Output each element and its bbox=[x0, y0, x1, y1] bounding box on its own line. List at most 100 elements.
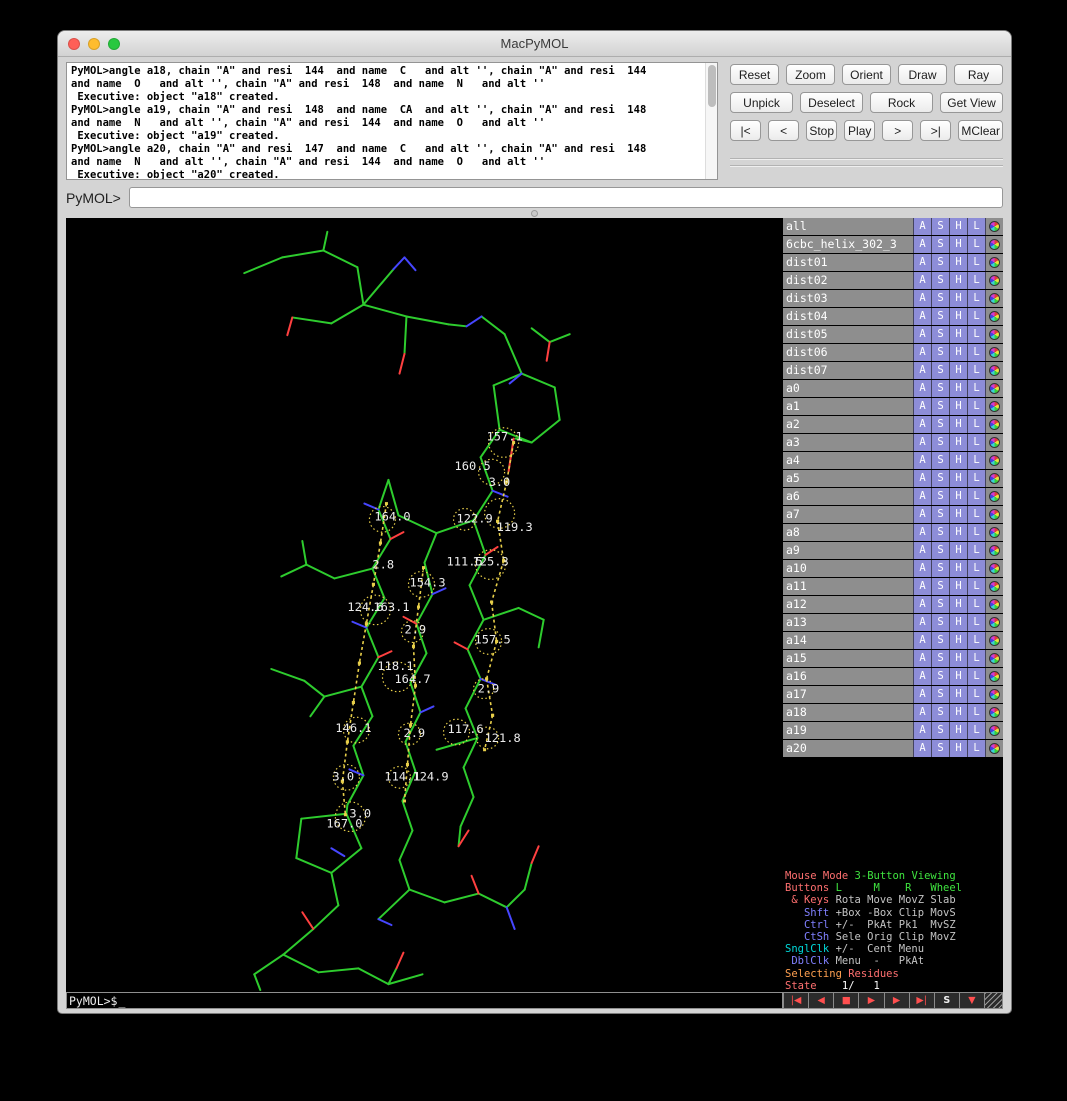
object-name[interactable]: a9 bbox=[783, 542, 913, 559]
object-c-button[interactable] bbox=[985, 290, 1003, 307]
object-h-button[interactable]: H bbox=[949, 308, 967, 325]
toolbar-button-orient[interactable]: Orient bbox=[842, 64, 891, 85]
object-h-button[interactable]: H bbox=[949, 398, 967, 415]
toolbar-button-deselect[interactable]: Deselect bbox=[800, 92, 863, 113]
object-l-button[interactable]: L bbox=[967, 560, 985, 577]
object-s-button[interactable]: S bbox=[931, 254, 949, 271]
object-c-button[interactable] bbox=[985, 740, 1003, 757]
toolbar-button-nav[interactable]: |< bbox=[730, 120, 761, 141]
object-h-button[interactable]: H bbox=[949, 614, 967, 631]
object-name[interactable]: dist06 bbox=[783, 344, 913, 361]
object-s-button[interactable]: S bbox=[931, 362, 949, 379]
object-s-button[interactable]: S bbox=[931, 650, 949, 667]
object-a-button[interactable]: A bbox=[913, 722, 931, 739]
object-name[interactable]: a4 bbox=[783, 452, 913, 469]
object-c-button[interactable] bbox=[985, 560, 1003, 577]
object-h-button[interactable]: H bbox=[949, 506, 967, 523]
object-h-button[interactable]: H bbox=[949, 416, 967, 433]
object-c-button[interactable] bbox=[985, 344, 1003, 361]
object-h-button[interactable]: H bbox=[949, 722, 967, 739]
object-h-button[interactable]: H bbox=[949, 650, 967, 667]
object-c-button[interactable] bbox=[985, 326, 1003, 343]
object-name[interactable]: a6 bbox=[783, 488, 913, 505]
object-s-button[interactable]: S bbox=[931, 236, 949, 253]
object-h-button[interactable]: H bbox=[949, 254, 967, 271]
object-l-button[interactable]: L bbox=[967, 740, 985, 757]
viewport-prompt[interactable]: PyMOL>$_ bbox=[66, 992, 783, 1009]
toolbar-button-stop[interactable]: Stop bbox=[806, 120, 837, 141]
object-a-button[interactable]: A bbox=[913, 650, 931, 667]
object-h-button[interactable]: H bbox=[949, 632, 967, 649]
object-name[interactable]: a3 bbox=[783, 434, 913, 451]
object-l-button[interactable]: L bbox=[967, 614, 985, 631]
object-a-button[interactable]: A bbox=[913, 596, 931, 613]
object-c-button[interactable] bbox=[985, 470, 1003, 487]
toolbar-button-nav[interactable]: > bbox=[882, 120, 913, 141]
object-a-button[interactable]: A bbox=[913, 506, 931, 523]
console-output[interactable]: PyMOL>angle a18, chain "A" and resi 144 … bbox=[66, 62, 718, 180]
object-name[interactable]: dist02 bbox=[783, 272, 913, 289]
object-s-button[interactable]: S bbox=[931, 686, 949, 703]
object-a-button[interactable]: A bbox=[913, 524, 931, 541]
toolbar-button-nav[interactable]: >| bbox=[920, 120, 951, 141]
object-name[interactable]: a2 bbox=[783, 416, 913, 433]
toolbar-button-nav[interactable]: < bbox=[768, 120, 799, 141]
object-l-button[interactable]: L bbox=[967, 308, 985, 325]
object-h-button[interactable]: H bbox=[949, 686, 967, 703]
object-name[interactable]: a12 bbox=[783, 596, 913, 613]
toolbar-button-unpick[interactable]: Unpick bbox=[730, 92, 793, 113]
object-a-button[interactable]: A bbox=[913, 416, 931, 433]
object-h-button[interactable]: H bbox=[949, 668, 967, 685]
object-a-button[interactable]: A bbox=[913, 452, 931, 469]
object-h-button[interactable]: H bbox=[949, 236, 967, 253]
object-s-button[interactable]: S bbox=[931, 308, 949, 325]
object-l-button[interactable]: L bbox=[967, 632, 985, 649]
object-a-button[interactable]: A bbox=[913, 542, 931, 559]
object-l-button[interactable]: L bbox=[967, 218, 985, 235]
object-name[interactable]: a17 bbox=[783, 686, 913, 703]
vcr-back-button[interactable]: ◀ bbox=[809, 992, 834, 1009]
object-l-button[interactable]: L bbox=[967, 542, 985, 559]
object-name[interactable]: a11 bbox=[783, 578, 913, 595]
object-name[interactable]: a0 bbox=[783, 380, 913, 397]
object-l-button[interactable]: L bbox=[967, 596, 985, 613]
object-name[interactable]: a5 bbox=[783, 470, 913, 487]
object-name[interactable]: all bbox=[783, 218, 913, 235]
console-scrollbar-thumb[interactable] bbox=[708, 65, 716, 107]
object-l-button[interactable]: L bbox=[967, 380, 985, 397]
object-a-button[interactable]: A bbox=[913, 236, 931, 253]
object-name[interactable]: a8 bbox=[783, 524, 913, 541]
toolbar-button-reset[interactable]: Reset bbox=[730, 64, 779, 85]
object-name[interactable]: a19 bbox=[783, 722, 913, 739]
object-h-button[interactable]: H bbox=[949, 362, 967, 379]
object-l-button[interactable]: L bbox=[967, 416, 985, 433]
object-c-button[interactable] bbox=[985, 650, 1003, 667]
vcr-forward-button[interactable]: ▶ bbox=[885, 992, 910, 1009]
toolbar-button-rock[interactable]: Rock bbox=[870, 92, 933, 113]
object-h-button[interactable]: H bbox=[949, 704, 967, 721]
object-c-button[interactable] bbox=[985, 524, 1003, 541]
object-h-button[interactable]: H bbox=[949, 326, 967, 343]
object-l-button[interactable]: L bbox=[967, 686, 985, 703]
object-h-button[interactable]: H bbox=[949, 488, 967, 505]
object-name[interactable]: dist04 bbox=[783, 308, 913, 325]
object-l-button[interactable]: L bbox=[967, 488, 985, 505]
close-button[interactable] bbox=[68, 38, 80, 50]
object-c-button[interactable] bbox=[985, 578, 1003, 595]
object-a-button[interactable]: A bbox=[913, 344, 931, 361]
object-a-button[interactable]: A bbox=[913, 704, 931, 721]
object-l-button[interactable]: L bbox=[967, 524, 985, 541]
object-l-button[interactable]: L bbox=[967, 362, 985, 379]
resize-grip[interactable] bbox=[985, 992, 1003, 1009]
vcr-first-button[interactable]: |◀ bbox=[783, 992, 809, 1009]
object-a-button[interactable]: A bbox=[913, 362, 931, 379]
object-name[interactable]: dist07 bbox=[783, 362, 913, 379]
object-c-button[interactable] bbox=[985, 668, 1003, 685]
object-s-button[interactable]: S bbox=[931, 380, 949, 397]
object-name[interactable]: a18 bbox=[783, 704, 913, 721]
object-s-button[interactable]: S bbox=[931, 344, 949, 361]
command-input[interactable] bbox=[129, 187, 1003, 208]
object-h-button[interactable]: H bbox=[949, 560, 967, 577]
object-a-button[interactable]: A bbox=[913, 632, 931, 649]
object-s-button[interactable]: S bbox=[931, 506, 949, 523]
